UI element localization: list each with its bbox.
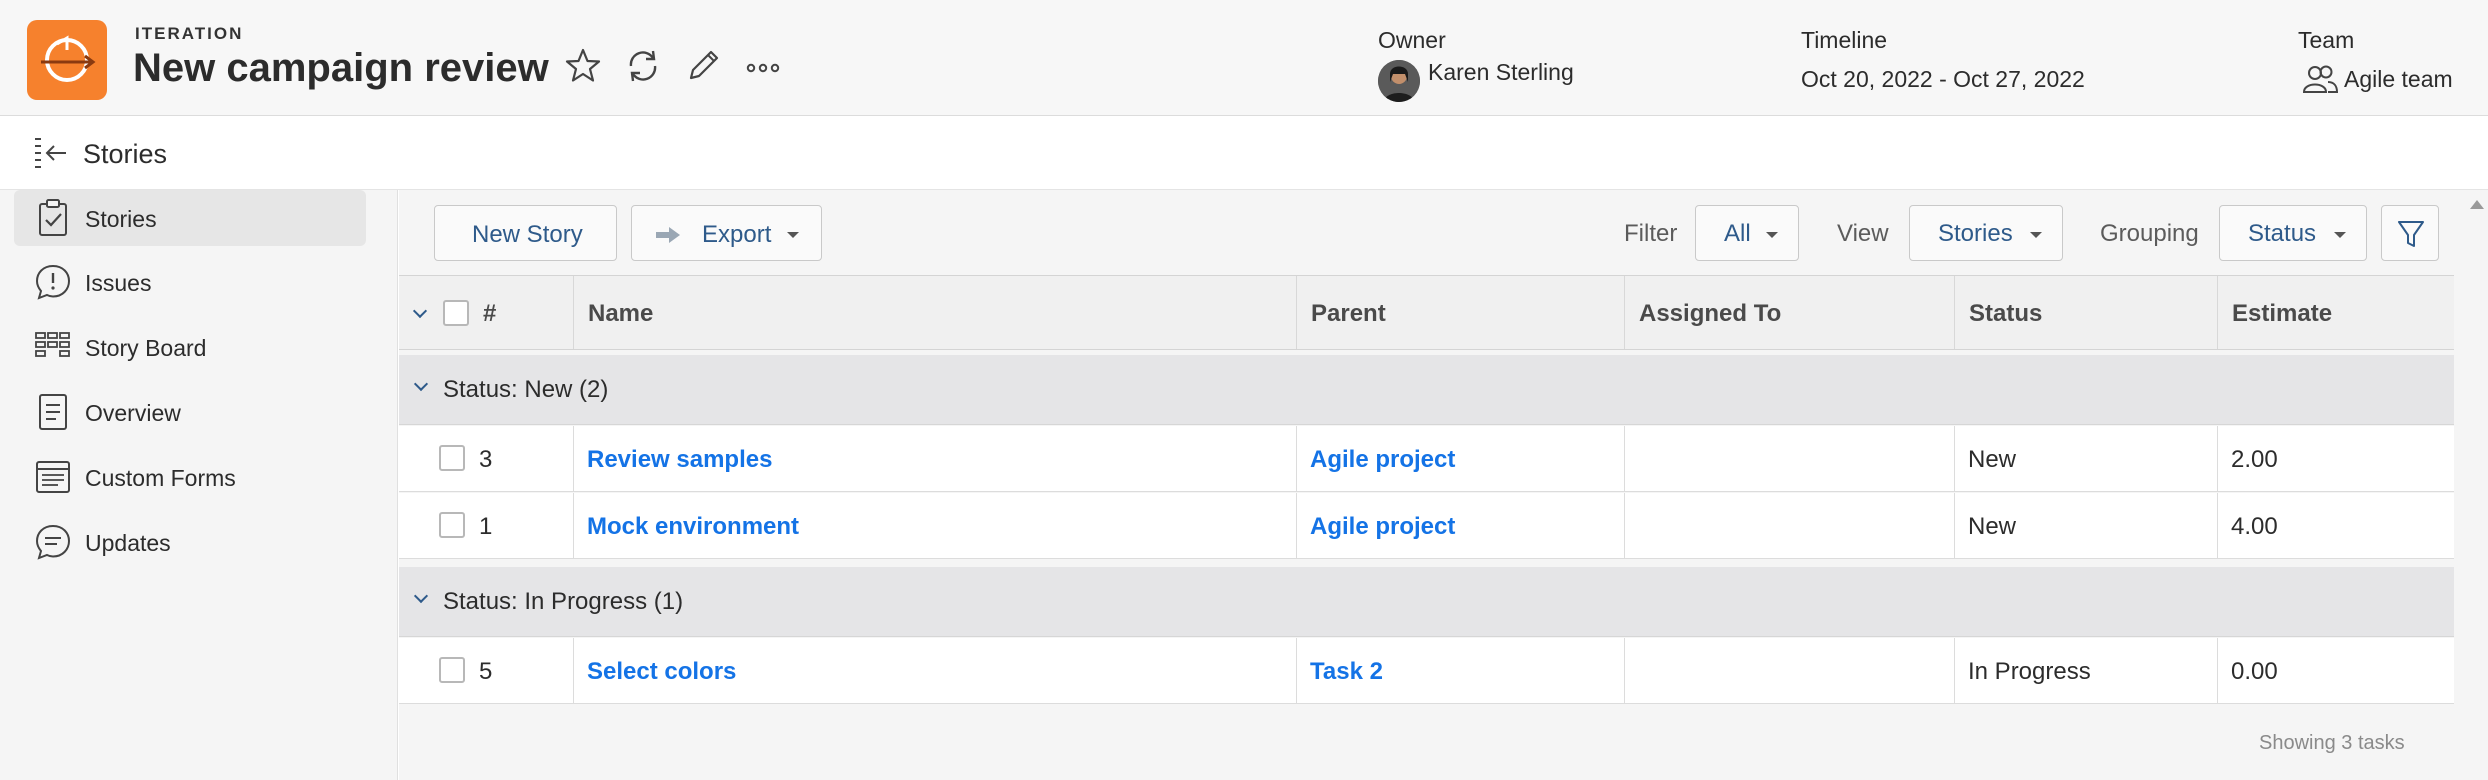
story-name-link[interactable]: Mock environment [587,513,799,540]
object-type-label: ITERATION [135,24,244,43]
row-number: 1 [479,513,493,540]
group-row-in-progress[interactable]: Status: In Progress (1) [399,567,2454,637]
view-label: View [1837,220,1889,247]
new-story-button[interactable]: New Story [434,205,617,261]
grouping-label: Grouping [2100,220,2199,247]
owner-label: Owner [1378,27,1446,53]
star-icon[interactable] [563,46,603,86]
sidebar-item-story-board[interactable]: Story Board [14,319,366,375]
exclamation-bubble-icon [34,262,72,302]
export-button[interactable]: Export [631,205,822,261]
parent-link[interactable]: Agile project [1310,513,1455,540]
team-icon [2302,64,2339,94]
section-title: Stories [83,139,168,169]
column-header-status[interactable]: Status [1955,276,2218,349]
owner-name[interactable]: Karen Sterling [1428,59,1574,86]
chevron-down-icon [1766,232,1778,238]
column-header-parent[interactable]: Parent [1297,276,1625,349]
filter-label: Filter [1624,220,1678,247]
avatar[interactable] [1378,60,1420,102]
section-header: Stories [0,117,2488,190]
object-header: ITERATION New campaign review Owner Kare… [0,0,2488,116]
timeline-value[interactable]: Oct 20, 2022 - Oct 27, 2022 [1801,66,2085,93]
team-value[interactable]: Agile team [2344,66,2453,93]
funnel-icon [2398,221,2424,247]
sidebar-item-custom-forms[interactable]: Custom Forms [14,449,366,505]
column-header-assigned-to[interactable]: Assigned To [1625,276,1955,349]
scrollbar[interactable] [2465,190,2488,780]
sidebar-item-updates[interactable]: Updates [14,514,366,570]
sidebar-item-label: Custom Forms [85,465,236,491]
sidebar-item-overview[interactable]: Overview [14,384,366,440]
chat-bubble-icon [34,522,72,562]
sidebar-item-issues[interactable]: Issues [14,254,366,310]
estimate-cell[interactable]: 4.00 [2231,513,2278,541]
sidebar-item-label: Stories [85,206,157,232]
timeline-label: Timeline [1801,27,1888,53]
row-number: 5 [479,658,493,685]
sidebar-item-stories[interactable]: Stories [14,190,366,246]
status-cell[interactable]: New [1968,513,2016,541]
chevron-down-icon[interactable] [412,303,428,319]
collapse-sidebar-icon[interactable] [32,134,70,172]
select-all-checkbox[interactable] [443,300,469,326]
story-name-link[interactable]: Select colors [587,658,736,685]
sidebar-item-label: Updates [85,530,171,556]
story-name-link[interactable]: Review samples [587,446,772,473]
status-cell[interactable]: In Progress [1968,658,2091,686]
table-row[interactable]: 1 Mock environment Agile project New 4.0… [399,493,2454,559]
filter-funnel-button[interactable] [2381,205,2439,261]
status-cell[interactable]: New [1968,446,2016,474]
refresh-icon[interactable] [623,46,663,86]
parent-link[interactable]: Task 2 [1310,658,1383,685]
chevron-down-icon[interactable] [413,376,429,392]
table-row[interactable]: 3 Review samples Agile project New 2.00 [399,426,2454,492]
sidebar-item-label: Issues [85,270,152,296]
sidebar-item-label: Story Board [85,335,207,361]
view-select[interactable]: Stories [1909,205,2063,261]
page-title: New campaign review [133,46,549,90]
chevron-down-icon [2030,232,2042,238]
column-header-name[interactable]: Name [574,276,1297,349]
chevron-down-icon[interactable] [413,588,429,604]
iteration-logo [27,20,107,100]
table-row[interactable]: 5 Select colors Task 2 In Progress 0.00 [399,638,2454,704]
clipboard-check-icon [34,198,72,238]
chevron-down-icon [2334,232,2346,238]
chevron-down-icon [787,232,799,238]
parent-link[interactable]: Agile project [1310,446,1455,473]
estimate-cell[interactable]: 2.00 [2231,446,2278,474]
row-number: 3 [479,446,493,473]
team-label: Team [2298,27,2355,53]
results-count: Showing 3 tasks [2259,732,2405,754]
grouping-select[interactable]: Status [2219,205,2367,261]
filter-select[interactable]: All [1695,205,1799,261]
document-icon [34,392,72,432]
group-row-new[interactable]: Status: New (2) [399,355,2454,425]
column-header-number[interactable]: # [399,276,574,349]
column-header-estimate[interactable]: Estimate [2218,276,2454,349]
estimate-cell[interactable]: 0.00 [2231,658,2278,686]
row-checkbox[interactable] [439,512,465,538]
more-icon[interactable] [743,46,783,86]
board-icon [34,327,72,367]
sidebar-item-label: Overview [85,400,181,426]
arrow-right-icon [654,224,682,252]
stories-panel: New Story Export Filter All View Stories… [399,190,2465,780]
table-header: # Name Parent Assigned To Status Estimat… [399,275,2454,350]
row-checkbox[interactable] [439,657,465,683]
iteration-cycle-icon [41,35,96,82]
sidebar: Stories Issues Story Board Overview Cust… [0,190,398,780]
form-icon [34,457,72,497]
row-checkbox[interactable] [439,445,465,471]
scroll-up-arrow-icon[interactable] [2470,200,2484,209]
pencil-icon[interactable] [683,46,723,86]
list-toolbar: New Story Export Filter All View Stories… [399,190,2454,275]
